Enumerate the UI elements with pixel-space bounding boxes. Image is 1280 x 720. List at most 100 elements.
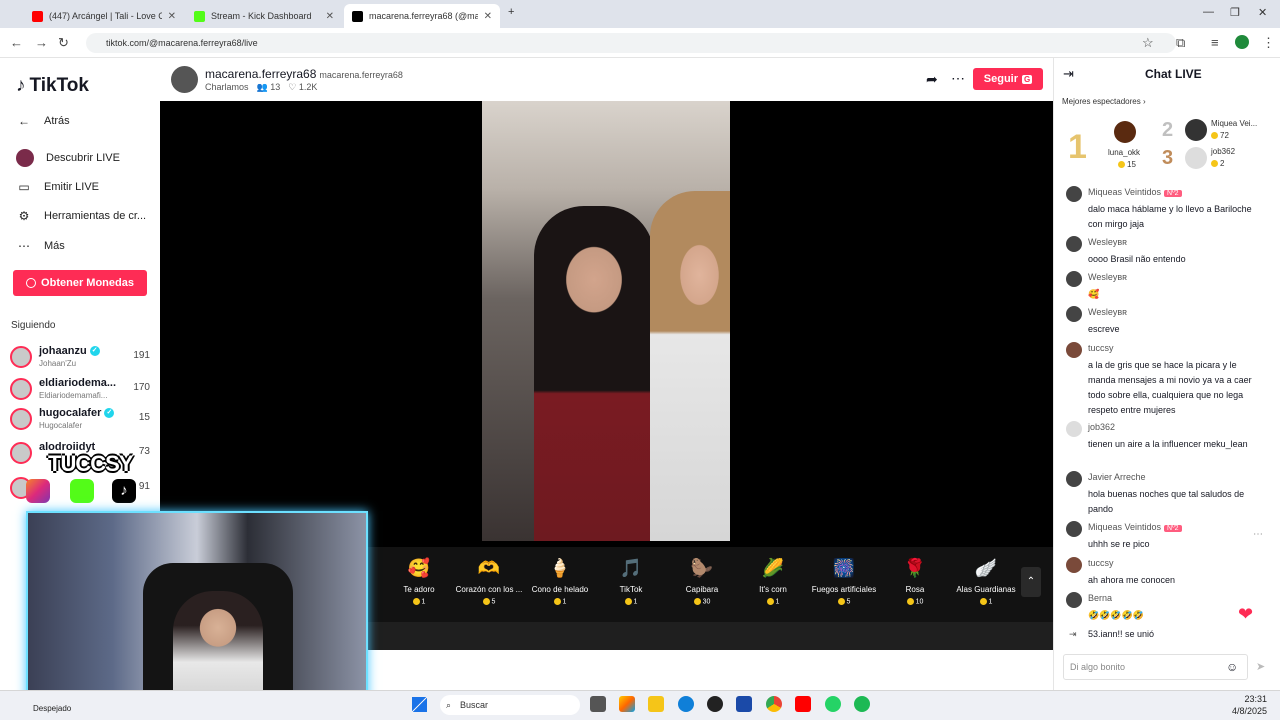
gift-item[interactable]: 🍦 Cono de helado 1 [526,555,594,605]
copilot-icon[interactable] [619,696,635,712]
gift-price: 10 [881,598,949,605]
extensions-icon[interactable]: ⧉ [1176,35,1185,51]
avatar [1066,521,1082,537]
chat-input[interactable]: Di algo bonito [1063,654,1248,680]
chat-message[interactable]: Wesleyʙʀ oooo Brasil não entendo [1066,236,1266,266]
gift-item[interactable]: 🪽 Alas Guardianas 1 [952,555,1020,605]
taskbar-search[interactable]: ⌕ Buscar [440,695,580,715]
top-viewer-name: job362 [1211,147,1236,156]
gift-icon: 🎵 [619,558,643,578]
minimize-icon[interactable]: — [1203,6,1214,18]
avatar [1066,592,1082,608]
reading-list-icon[interactable]: ≡ [1211,35,1219,50]
gift-item[interactable]: 🎵 TikTok 1 [597,555,665,605]
maximize-icon[interactable]: ❐ [1230,6,1240,19]
close-icon[interactable]: ✕ [326,11,334,22]
menu-icon[interactable]: ⋮ [1262,35,1275,51]
following-title: Siguiendo [11,320,56,331]
chat-message[interactable]: tuccsy ah ahora me conocen [1066,557,1266,587]
star-icon[interactable]: ☆ [1142,35,1154,51]
new-tab-icon[interactable]: + [508,6,514,18]
gift-item[interactable]: 🫶 Corazón con los ... 5 [455,555,523,605]
get-coins-button[interactable]: Obtener Monedas [13,270,147,296]
gift-item[interactable]: 🦫 Capibara 30 [668,555,736,605]
following-item[interactable]: eldiariodema... Eldiariodemamafi... 170 [10,376,150,402]
chat-message[interactable]: Wesleyʙʀ 🥰 [1066,271,1266,301]
browser-tab-kick[interactable]: Stream - Kick Dashboard ✕ [186,4,342,28]
gift-price: 1 [952,598,1020,605]
gift-price: 1 [526,598,594,605]
chat-message[interactable]: Javier Arreche hola buenas noches que ta… [1066,471,1266,516]
following-item[interactable]: johaanzu ✓ Johaan'Zu 191 [10,344,150,370]
avatar[interactable] [1114,121,1136,143]
chat-text: escreve [1088,324,1120,334]
chrome-icon[interactable] [766,696,782,712]
store-icon[interactable] [736,696,752,712]
chat-username: tuccsy [1088,558,1114,568]
file-explorer-icon[interactable] [648,696,664,712]
youtube-icon [32,10,43,22]
send-icon[interactable]: ➤ [1256,660,1265,673]
nav-go-live[interactable]: ▭ Emitir LIVE [16,180,99,194]
message-options-icon[interactable]: ⋯ [1253,529,1263,540]
more-icon: ⋯ [18,239,30,253]
close-icon[interactable]: ✕ [484,11,492,22]
nav-back[interactable]: ← Atrás [16,114,70,128]
expand-gifts-icon[interactable]: ⌃ [1021,567,1041,597]
taskbar-clock[interactable]: 23:31 4/8/2025 [1232,693,1267,717]
coin-icon [412,598,420,605]
tiktok-logo[interactable]: ♪ TikTok [16,75,89,97]
top-viewers-label[interactable]: Mejores espectadores › [1062,97,1146,106]
host-avatar[interactable] [171,66,198,93]
url-input[interactable]: tiktok.com/@macarena.ferreyra68/live [86,33,1176,53]
avatar[interactable] [1185,147,1207,169]
following-item[interactable]: hugocalafer ✓ Hugocalafer 15 [10,406,150,432]
share-icon[interactable]: ➦ [926,71,938,88]
nav-discover-live[interactable]: Descubrir LIVE [16,149,120,167]
browser-tab-youtube[interactable]: (447) Arcángel | Tali - Love Cabr... ✕ [24,4,184,28]
edge-icon[interactable] [678,696,694,712]
chat-message[interactable]: Miqueas Veintidos Nº2 uhhh se re pico [1066,521,1266,551]
host-name[interactable]: macarena.ferreyra68 macarena.ferreyra68 [205,67,403,81]
chat-message[interactable]: Wesleyʙʀ escreve [1066,306,1266,336]
collapse-chat-icon[interactable]: ⇥ [1063,66,1074,82]
spotify-icon[interactable] [854,696,870,712]
chat-text: ah ahora me conocen [1088,575,1176,585]
whatsapp-icon[interactable] [825,696,841,712]
chat-message[interactable]: job362 tienen un aire a la influencer me… [1066,421,1266,466]
close-icon[interactable]: ✕ [168,11,176,22]
nav-creator-tools[interactable]: ⚙ Herramientas de cr... [16,209,146,223]
chat-message[interactable]: Berna 🤣🤣🤣🤣🤣 [1066,592,1266,622]
gift-item[interactable]: 🎆 Fuegos artificiales 5 [810,555,878,605]
task-view-icon[interactable] [590,696,606,712]
weather-text[interactable]: Despejado [33,704,71,713]
more-options-icon[interactable]: ⋯ [951,70,965,87]
windows-start-icon[interactable] [412,697,427,712]
chat-username: Wesleyʙʀ [1088,237,1127,247]
following-sub: Hugocalafer [39,421,83,430]
app-icon[interactable] [707,696,723,712]
top-viewer-coins: 72 [1211,131,1229,140]
browser-tab-tiktok[interactable]: macarena.ferreyra68 (@ma... ✕ [344,4,500,28]
gift-item[interactable]: 🌽 It's corn 1 [739,555,807,605]
emoji-icon[interactable]: ☺ [1226,660,1238,674]
avatar[interactable] [1185,119,1207,141]
avatar [10,408,32,430]
follow-button[interactable]: Seguir G [973,68,1043,90]
like-heart-icon[interactable]: ❤ [1238,604,1253,625]
following-name: johaanzu ✓ [39,345,100,357]
kick-icon [194,10,205,22]
forward-icon[interactable]: → [35,35,48,50]
nav-label: Emitir LIVE [44,181,100,193]
back-icon[interactable]: ← [10,35,23,50]
chat-message[interactable]: tuccsy a la de gris que se hace la picar… [1066,342,1266,420]
window-close-icon[interactable]: ✕ [1258,6,1267,19]
nav-more[interactable]: ⋯ Más [16,239,65,253]
top-viewer-name: luna_okk [1108,148,1141,157]
gift-item[interactable]: 🥰 Te adoro 1 [385,555,453,605]
gift-item[interactable]: 🌹 Rosa 10 [881,555,949,605]
profile-avatar[interactable] [1235,35,1249,49]
youtube-app-icon[interactable] [795,696,811,712]
reload-icon[interactable]: ↻ [58,35,69,51]
chat-message[interactable]: Miqueas Veintidos Nº2 dalo maca háblame y… [1066,186,1266,231]
